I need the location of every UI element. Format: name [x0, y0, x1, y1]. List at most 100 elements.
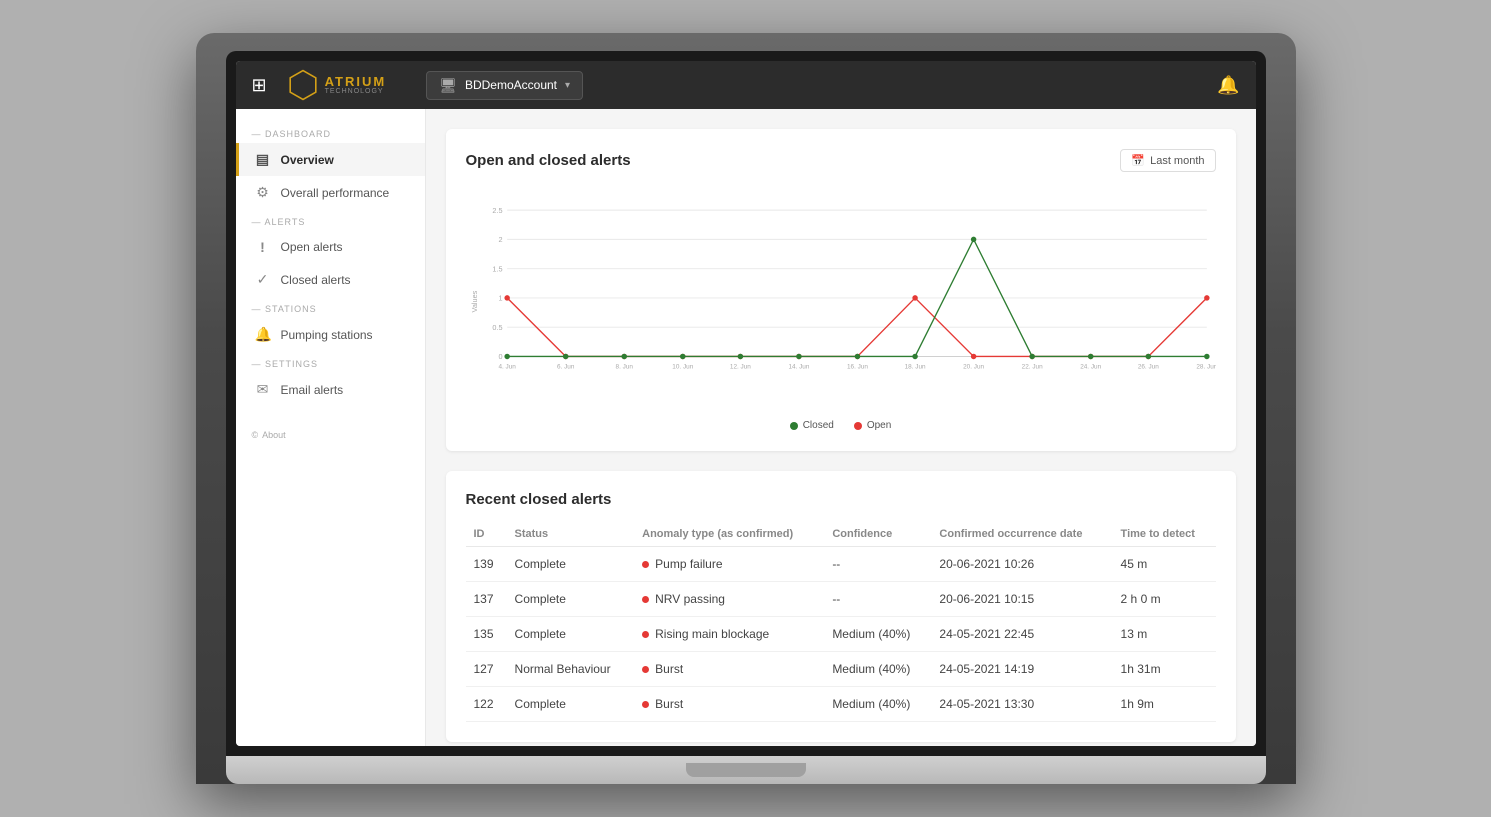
table-body: 139CompletePump failure--20-06-2021 10:2…	[466, 547, 1216, 722]
last-month-button[interactable]: 📅 Last month	[1120, 149, 1215, 172]
laptop-outer: ⊞ ATRIUM TECHNOLOGY 🖥 BDDemoAccount ▾	[196, 33, 1296, 784]
cell-confidence: Medium (40%)	[824, 687, 931, 722]
cell-status: Normal Behaviour	[507, 652, 635, 687]
table-row[interactable]: 139CompletePump failure--20-06-2021 10:2…	[466, 547, 1216, 582]
logo-hex-icon	[287, 69, 319, 101]
sidebar-item-overall-performance[interactable]: ⚙ Overall performance	[236, 176, 425, 209]
anomaly-dot	[642, 596, 649, 603]
cell-status: Complete	[507, 687, 635, 722]
open-dot	[854, 422, 862, 430]
laptop-base-notch	[686, 763, 806, 777]
pumping-icon: 🔔	[255, 326, 271, 343]
main-layout: — Dashboard ▤ Overview ⚙ Overall perform…	[236, 109, 1256, 746]
svg-text:8. Jun: 8. Jun	[615, 363, 633, 370]
sidebar-item-overview[interactable]: ▤ Overview	[236, 143, 425, 176]
table-title: Recent closed alerts	[466, 491, 1216, 508]
svg-text:20. Jun: 20. Jun	[963, 363, 984, 370]
svg-text:14. Jun: 14. Jun	[788, 363, 809, 370]
cell-status: Complete	[507, 582, 635, 617]
cell-id: 137	[466, 582, 507, 617]
cell-anomaly: Rising main blockage	[634, 617, 824, 652]
svg-text:10. Jun: 10. Jun	[672, 363, 693, 370]
closed-alerts-icon: ✓	[255, 271, 271, 288]
sidebar-item-open-alerts[interactable]: ! Open alerts	[236, 231, 425, 263]
svg-text:12. Jun: 12. Jun	[729, 363, 750, 370]
svg-text:1: 1	[498, 294, 502, 303]
stations-section-label: — Stations	[236, 296, 425, 318]
svg-text:24. Jun: 24. Jun	[1080, 363, 1101, 370]
alerts-section-label: — Alerts	[236, 209, 425, 231]
sidebar-item-pumping-label: Pumping stations	[281, 328, 373, 342]
cell-date: 20-06-2021 10:26	[931, 547, 1112, 582]
alerts-table: ID Status Anomaly type (as confirmed) Co…	[466, 522, 1216, 722]
sidebar-item-pumping-stations[interactable]: 🔔 Pumping stations	[236, 318, 425, 351]
logo-sub: TECHNOLOGY	[325, 88, 387, 95]
account-icon: 🖥	[439, 77, 457, 94]
svg-text:0: 0	[498, 352, 502, 361]
table-row[interactable]: 127Normal BehaviourBurstMedium (40%)24-0…	[466, 652, 1216, 687]
about-link[interactable]: © About	[236, 426, 425, 444]
cell-date: 24-05-2021 22:45	[931, 617, 1112, 652]
logo-area: ATRIUM TECHNOLOGY	[287, 69, 387, 101]
cell-date: 24-05-2021 13:30	[931, 687, 1112, 722]
last-month-label: Last month	[1150, 155, 1204, 167]
svg-text:22. Jun: 22. Jun	[1021, 363, 1042, 370]
svg-text:4. Jun: 4. Jun	[498, 363, 516, 370]
table-row[interactable]: 135CompleteRising main blockageMedium (4…	[466, 617, 1216, 652]
legend-closed: Closed	[790, 420, 834, 431]
anomaly-dot	[642, 701, 649, 708]
cell-confidence: Medium (40%)	[824, 617, 931, 652]
grid-icon[interactable]: ⊞	[252, 75, 267, 96]
svg-text:0.5: 0.5	[492, 323, 502, 332]
svg-text:26. Jun: 26. Jun	[1137, 363, 1158, 370]
cell-time: 45 m	[1113, 547, 1216, 582]
sidebar-item-overall-performance-label: Overall performance	[281, 186, 390, 200]
cell-date: 20-06-2021 10:15	[931, 582, 1112, 617]
chevron-down-icon: ▾	[565, 80, 570, 91]
chart-card: Open and closed alerts 📅 Last month Valu…	[446, 129, 1236, 451]
svg-text:Values: Values	[469, 290, 478, 312]
cell-date: 24-05-2021 14:19	[931, 652, 1112, 687]
col-id: ID	[466, 522, 507, 547]
svg-text:6. Jun: 6. Jun	[556, 363, 574, 370]
settings-section-label: — Settings	[236, 351, 425, 373]
svg-text:2: 2	[498, 235, 502, 244]
table-row[interactable]: 137CompleteNRV passing--20-06-2021 10:15…	[466, 582, 1216, 617]
performance-icon: ⚙	[255, 184, 271, 201]
sidebar-item-open-alerts-label: Open alerts	[281, 240, 343, 254]
calendar-icon: 📅	[1131, 154, 1145, 167]
cell-time: 1h 9m	[1113, 687, 1216, 722]
anomaly-dot	[642, 561, 649, 568]
chart-svg: Values 0 0.5 1	[466, 182, 1216, 412]
open-label: Open	[867, 420, 891, 431]
chart-header: Open and closed alerts 📅 Last month	[466, 149, 1216, 172]
closed-dot	[790, 422, 798, 430]
sidebar-item-closed-alerts-label: Closed alerts	[281, 273, 351, 287]
content-area: Open and closed alerts 📅 Last month Valu…	[426, 109, 1256, 746]
sidebar-item-email-alerts[interactable]: ✉ Email alerts	[236, 373, 425, 406]
account-name: BDDemoAccount	[465, 78, 557, 92]
col-time: Time to detect	[1113, 522, 1216, 547]
open-alerts-icon: !	[255, 239, 271, 255]
svg-text:1.5: 1.5	[492, 264, 502, 273]
sidebar: — Dashboard ▤ Overview ⚙ Overall perform…	[236, 109, 426, 746]
svg-text:16. Jun: 16. Jun	[846, 363, 867, 370]
cell-id: 135	[466, 617, 507, 652]
chart-title: Open and closed alerts	[466, 152, 631, 169]
table-row[interactable]: 122CompleteBurstMedium (40%)24-05-2021 1…	[466, 687, 1216, 722]
sidebar-item-email-alerts-label: Email alerts	[281, 383, 344, 397]
laptop-base	[226, 756, 1266, 784]
cell-anomaly: Pump failure	[634, 547, 824, 582]
col-date: Confirmed occurrence date	[931, 522, 1112, 547]
cell-id: 122	[466, 687, 507, 722]
account-selector[interactable]: 🖥 BDDemoAccount ▾	[426, 71, 583, 100]
bell-icon[interactable]: 🔔	[1217, 75, 1239, 96]
col-anomaly: Anomaly type (as confirmed)	[634, 522, 824, 547]
dashboard-section-label: — Dashboard	[236, 121, 425, 143]
cell-confidence: --	[824, 547, 931, 582]
cell-anomaly: Burst	[634, 652, 824, 687]
sidebar-item-overview-label: Overview	[281, 153, 334, 167]
svg-text:28. Jun: 28. Jun	[1196, 363, 1216, 370]
col-status: Status	[507, 522, 635, 547]
sidebar-item-closed-alerts[interactable]: ✓ Closed alerts	[236, 263, 425, 296]
